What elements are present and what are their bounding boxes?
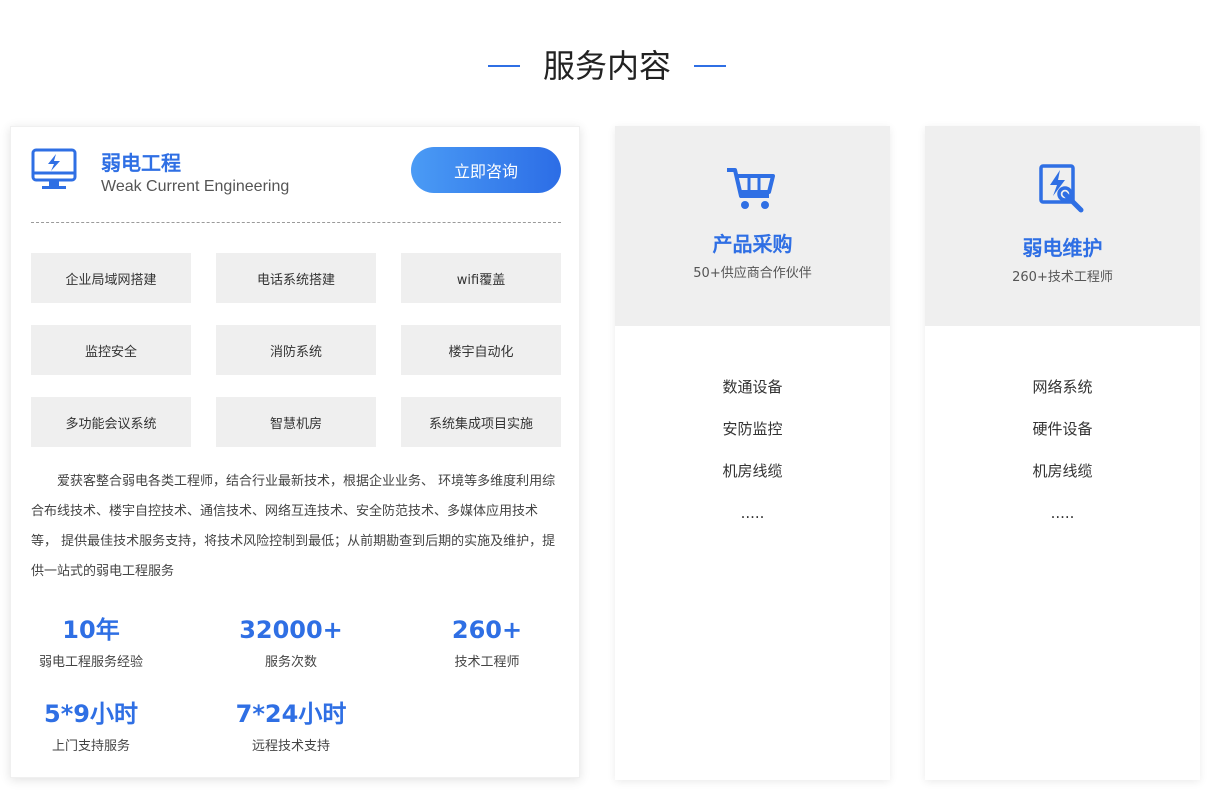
list-item[interactable]: 机房线缆: [925, 458, 1200, 500]
product-procurement-card[interactable]: 产品采购 50+供应商合作伙伴 数通设备 安防监控 机房线缆 .....: [615, 126, 890, 780]
list-item[interactable]: 网络系统: [925, 374, 1200, 416]
stat-label: 远程技术支持: [251, 739, 330, 754]
stat-value: 5*9小时: [44, 700, 138, 728]
service-tile[interactable]: 消防系统: [216, 325, 376, 375]
card-header: 产品采购 50+供应商合作伙伴: [615, 126, 890, 326]
list-item[interactable]: 数通设备: [615, 374, 890, 416]
maintenance-list: 网络系统 硬件设备 机房线缆 .....: [925, 374, 1200, 542]
card-subtitle: 260+技术工程师: [1012, 270, 1113, 285]
weak-current-card: 弱电工程 Weak Current Engineering 立即咨询 企业局域网…: [10, 126, 580, 778]
repair-tools-icon: [1035, 162, 1089, 216]
card-subtitle: Weak Current Engineering: [101, 178, 290, 195]
list-item[interactable]: 硬件设备: [925, 416, 1200, 458]
card-subtitle: 50+供应商合作伙伴: [693, 266, 812, 281]
stat-engineers: 260+ 技术工程师: [425, 613, 549, 670]
service-tile[interactable]: 多功能会议系统: [31, 397, 191, 447]
product-list: 数通设备 安防监控 机房线缆 .....: [615, 374, 890, 542]
stat-value: 32000+: [239, 616, 343, 644]
service-tile[interactable]: 楼宇自动化: [401, 325, 561, 375]
stat-label: 弱电工程服务经验: [38, 655, 143, 670]
weak-current-maintenance-card[interactable]: 弱电维护 260+技术工程师 网络系统 硬件设备 机房线缆 .....: [925, 126, 1200, 780]
title-dash-right: [694, 65, 727, 67]
stat-label: 技术工程师: [454, 655, 520, 670]
consult-button[interactable]: 立即咨询: [411, 147, 561, 193]
card-title: 弱电维护: [1022, 236, 1103, 260]
shopping-cart-icon: [725, 162, 779, 216]
stat-value: 260+: [451, 616, 523, 644]
service-description: 爱获客整合弱电各类工程师，结合行业最新技术，根据企业业务、 环境等多维度利用综合…: [31, 474, 556, 579]
service-tile[interactable]: 监控安全: [31, 325, 191, 375]
service-tile[interactable]: 智慧机房: [216, 397, 376, 447]
card-title: 产品采购: [712, 232, 793, 256]
stat-label: 上门支持服务: [51, 739, 130, 754]
stat-value: 7*24小时: [235, 700, 347, 728]
section-header: 服务内容: [0, 44, 1214, 88]
card-title: 弱电工程: [101, 151, 181, 175]
service-tile[interactable]: 系统集成项目实施: [401, 397, 561, 447]
service-tile[interactable]: 电话系统搭建: [216, 253, 376, 303]
service-tile[interactable]: 企业局域网搭建: [31, 253, 191, 303]
list-item[interactable]: 安防监控: [615, 416, 890, 458]
stat-remote-support: 7*24小时 远程技术支持: [229, 697, 353, 754]
card-header: 弱电维护 260+技术工程师: [925, 126, 1200, 326]
list-item: .....: [1050, 504, 1075, 522]
stat-experience: 10年 弱电工程服务经验: [29, 613, 153, 670]
monitor-bolt-icon: [31, 147, 77, 193]
stat-onsite-support: 5*9小时 上门支持服务: [29, 697, 153, 754]
dashed-divider: [31, 222, 561, 223]
section-title: 服务内容: [542, 47, 671, 85]
list-item: .....: [740, 504, 765, 522]
stat-label: 服务次数: [264, 655, 317, 670]
title-dash-left: [487, 65, 520, 67]
service-tile[interactable]: wifi覆盖: [401, 253, 561, 303]
list-item[interactable]: 机房线缆: [615, 458, 890, 500]
stat-value: 10年: [62, 616, 120, 644]
stat-service-count: 32000+ 服务次数: [229, 613, 353, 670]
